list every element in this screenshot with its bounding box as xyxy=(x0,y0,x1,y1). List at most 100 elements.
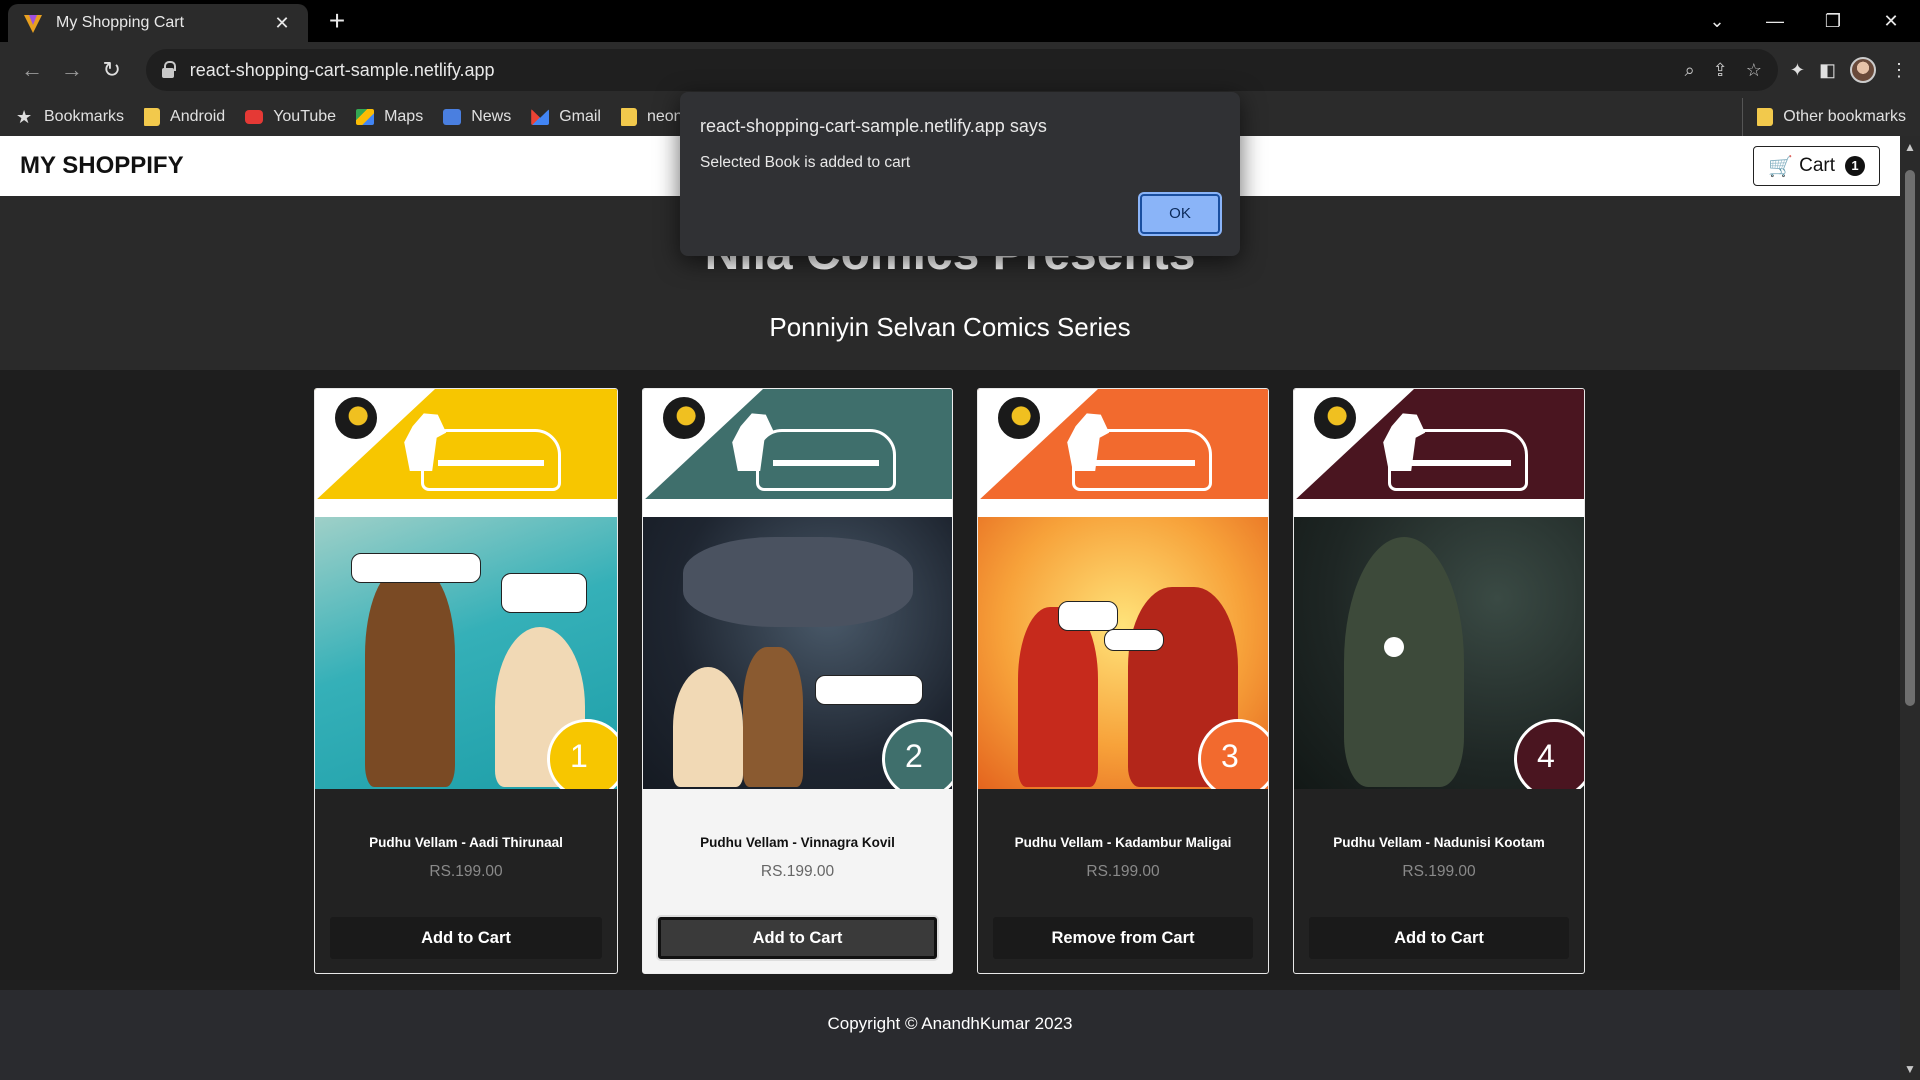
product-info: Pudhu Vellam - Aadi Thirunaal RS.199.00 … xyxy=(315,789,617,973)
product-name: Pudhu Vellam - Kadambur Maligai xyxy=(1014,835,1232,850)
cover-strip xyxy=(1294,499,1584,517)
product-card: 1 Pudhu Vellam - Aadi Thirunaal RS.199.0… xyxy=(314,388,618,974)
cover-illustration: 4 xyxy=(1294,517,1584,789)
hero-subtitle: Ponniyin Selvan Comics Series xyxy=(769,312,1131,342)
share-icon[interactable]: ⇪ xyxy=(1713,60,1728,81)
cover-illustration: 3 xyxy=(978,517,1268,789)
url-text[interactable]: react-shopping-cart-sample.netlify.app xyxy=(190,60,1685,81)
zoom-icon[interactable]: ⌕ xyxy=(1685,60,1695,81)
address-bar[interactable]: react-shopping-cart-sample.netlify.app ⌕… xyxy=(145,49,1778,91)
cover-strip xyxy=(315,499,617,517)
bookmark-bookmarks[interactable]: ★ Bookmarks xyxy=(16,107,124,128)
gmail-icon xyxy=(531,109,550,125)
extensions-icon[interactable]: ✦ xyxy=(1790,60,1805,81)
character-figure xyxy=(1018,607,1098,787)
bookmark-neon[interactable]: neon xyxy=(620,108,683,126)
book-cover-image[interactable]: 2 xyxy=(643,389,952,789)
page-viewport: MY SHOPPIFY 🛒 Cart 1 Nila Comics Present… xyxy=(0,136,1900,1080)
book-cover-image[interactable]: 3 xyxy=(978,389,1268,789)
product-price: RS.199.00 xyxy=(760,863,835,880)
cart-label: Cart xyxy=(1799,155,1835,176)
title-bar: My Shopping Cart ✕ + ⌄ — ❐ ✕ xyxy=(0,0,1920,42)
bookmark-maps[interactable]: Maps xyxy=(356,108,423,126)
cover-illustration: 1 xyxy=(315,517,617,789)
character-figure xyxy=(743,647,803,787)
product-name: Pudhu Vellam - Vinnagra Kovil xyxy=(700,835,895,850)
menu-icon[interactable]: ⋮ xyxy=(1890,60,1908,81)
speech-bubble xyxy=(1058,601,1118,631)
cover-title-art xyxy=(421,429,561,491)
site-favicon-icon xyxy=(22,12,44,34)
speech-bubble xyxy=(351,553,481,583)
product-card: 2 Pudhu Vellam - Vinnagra Kovil RS.199.0… xyxy=(642,388,953,974)
copyright-text: Copyright © AnandhKumar 2023 xyxy=(827,1014,1073,1033)
dialog-message: Selected Book is added to cart xyxy=(700,154,911,171)
omnibox-actions: ⌕ ⇪ ☆ xyxy=(1685,60,1762,81)
book-cover-image[interactable]: 4 xyxy=(1294,389,1584,789)
forward-button[interactable]: → xyxy=(52,50,92,90)
bookmark-youtube[interactable]: YouTube xyxy=(245,108,336,126)
bookmark-star-icon[interactable]: ☆ xyxy=(1746,60,1762,81)
cover-title-art xyxy=(1388,429,1528,491)
cover-illustration: 2 xyxy=(643,517,952,789)
dialog-title: react-shopping-cart-sample.netlify.app s… xyxy=(700,116,1047,136)
tab-search-chevron-icon[interactable]: ⌄ xyxy=(1688,11,1746,32)
issue-number: 2 xyxy=(882,719,952,789)
product-card: 3 Pudhu Vellam - Kadambur Maligai RS.199… xyxy=(977,388,1269,974)
bookmark-label: Maps xyxy=(384,108,424,125)
speech-bubble xyxy=(501,573,587,613)
character-figure xyxy=(365,567,455,787)
window-controls: ⌄ — ❐ ✕ xyxy=(1688,0,1920,42)
page-scrollbar[interactable]: ▲ ▼ xyxy=(1900,136,1920,1080)
minimize-button[interactable]: — xyxy=(1746,11,1804,32)
site-footer: Copyright © AnandhKumar 2023 xyxy=(0,990,1900,1080)
bookmark-news[interactable]: News xyxy=(443,108,511,126)
bookmark-android[interactable]: Android xyxy=(144,108,225,126)
tab-close-icon[interactable]: ✕ xyxy=(270,13,294,34)
product-price: RS.199.00 xyxy=(1402,863,1476,880)
character-figure xyxy=(1344,537,1464,787)
side-panel-icon[interactable]: ◧ xyxy=(1819,60,1836,81)
browser-toolbar: ← → ↻ react-shopping-cart-sample.netlify… xyxy=(0,42,1920,98)
product-info: Pudhu Vellam - Nadunisi Kootam RS.199.00… xyxy=(1294,789,1584,973)
scroll-up-icon[interactable]: ▲ xyxy=(1900,140,1920,154)
product-info: Pudhu Vellam - Vinnagra Kovil RS.199.00 … xyxy=(643,789,952,973)
nila-logo-icon xyxy=(996,395,1042,441)
bookmark-label: News xyxy=(471,108,512,125)
scroll-down-icon[interactable]: ▼ xyxy=(1900,1062,1920,1076)
folder-icon xyxy=(620,108,637,126)
restore-button[interactable]: ❐ xyxy=(1804,11,1862,32)
cover-strip xyxy=(978,499,1268,517)
product-card: 4 Pudhu Vellam - Nadunisi Kootam RS.199.… xyxy=(1293,388,1585,974)
remove-from-cart-button[interactable]: Remove from Cart xyxy=(993,917,1253,959)
other-bookmarks[interactable]: Other bookmarks xyxy=(1742,98,1906,136)
cover-strip xyxy=(643,499,952,517)
bookmark-label: Android xyxy=(170,108,226,125)
add-to-cart-button[interactable]: Add to Cart xyxy=(1309,917,1569,959)
cart-button[interactable]: 🛒 Cart 1 xyxy=(1753,146,1880,186)
folder-icon xyxy=(144,108,161,126)
lock-icon[interactable] xyxy=(161,60,176,78)
nila-logo-icon xyxy=(333,395,379,441)
add-to-cart-button[interactable]: Add to Cart xyxy=(658,917,937,959)
cover-title-art xyxy=(1072,429,1212,491)
close-window-button[interactable]: ✕ xyxy=(1862,11,1920,32)
back-button[interactable]: ← xyxy=(12,50,52,90)
book-cover-image[interactable]: 1 xyxy=(315,389,617,789)
serpent-figure xyxy=(683,537,913,627)
other-bookmarks-label: Other bookmarks xyxy=(1783,108,1906,125)
bookmark-gmail[interactable]: Gmail xyxy=(531,108,601,126)
speech-bubble xyxy=(1104,629,1164,651)
product-price: RS.199.00 xyxy=(1086,863,1160,880)
profile-avatar[interactable] xyxy=(1850,57,1876,83)
nila-logo-icon xyxy=(661,395,707,441)
ok-button[interactable]: OK xyxy=(1140,194,1220,234)
add-to-cart-button[interactable]: Add to Cart xyxy=(330,917,602,959)
reload-button[interactable]: ↻ xyxy=(92,50,132,90)
scroll-thumb[interactable] xyxy=(1905,170,1915,706)
product-grid: 1 Pudhu Vellam - Aadi Thirunaal RS.199.0… xyxy=(0,370,1900,980)
new-tab-button[interactable]: + xyxy=(322,6,352,36)
bookmark-label: Bookmarks xyxy=(44,108,125,125)
tab-title: My Shopping Cart xyxy=(56,14,185,31)
browser-tab[interactable]: My Shopping Cart ✕ xyxy=(8,4,308,42)
